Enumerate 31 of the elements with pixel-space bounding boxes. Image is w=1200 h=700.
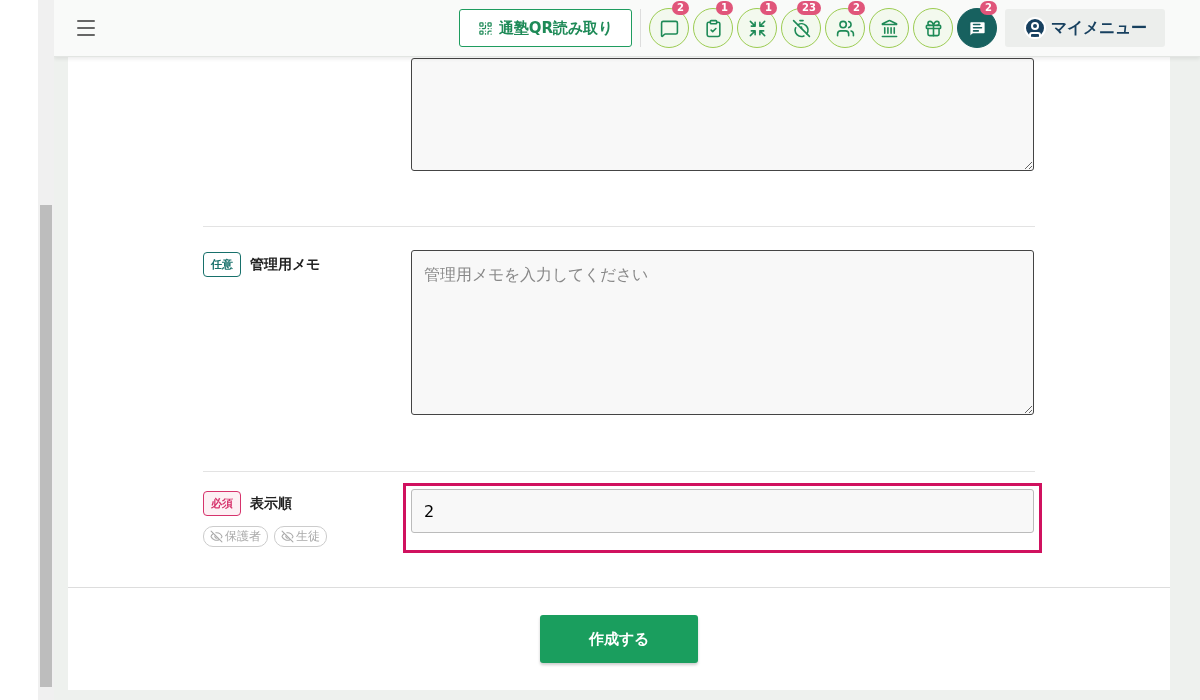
eye-off-icon [281,530,294,543]
my-menu-button[interactable]: マイメニュー [1005,9,1165,47]
crossed-clock-icon [791,18,811,38]
field-label: 管理用メモ [250,255,320,274]
text-area[interactable] [411,58,1034,171]
eye-off-icon [210,530,223,543]
gift-icon [923,18,943,38]
field-tag: 任意 [203,252,241,277]
user-icon [1023,16,1047,40]
count-badge: 2 [848,1,865,15]
field-tag: 必須 [203,491,241,516]
count-badge: 1 [716,1,733,15]
scrollbar[interactable] [38,0,54,700]
qr-scan-button[interactable]: 通塾QR読み取り [458,9,632,47]
people-icon [835,18,855,38]
count-badge: 1 [760,1,777,15]
speech-bubble-icon [659,18,679,38]
visibility-pill: 保護者 [203,526,268,547]
qr-code-icon [477,20,493,36]
visibility-pill: 生徒 [274,526,327,547]
arrows-inward-icon [747,18,767,38]
input-field[interactable]: 2 [411,489,1034,533]
bank-icon [879,18,899,38]
field-label: 表示順 [250,494,292,513]
icon-button[interactable] [913,8,953,48]
icon-button[interactable] [869,8,909,48]
count-badge: 2 [980,1,997,15]
count-badge: 2 [672,1,689,15]
count-badge: 23 [797,1,821,15]
text-area[interactable]: 管理用メモを入力してください [411,250,1034,415]
clipboard-icon [703,18,723,38]
